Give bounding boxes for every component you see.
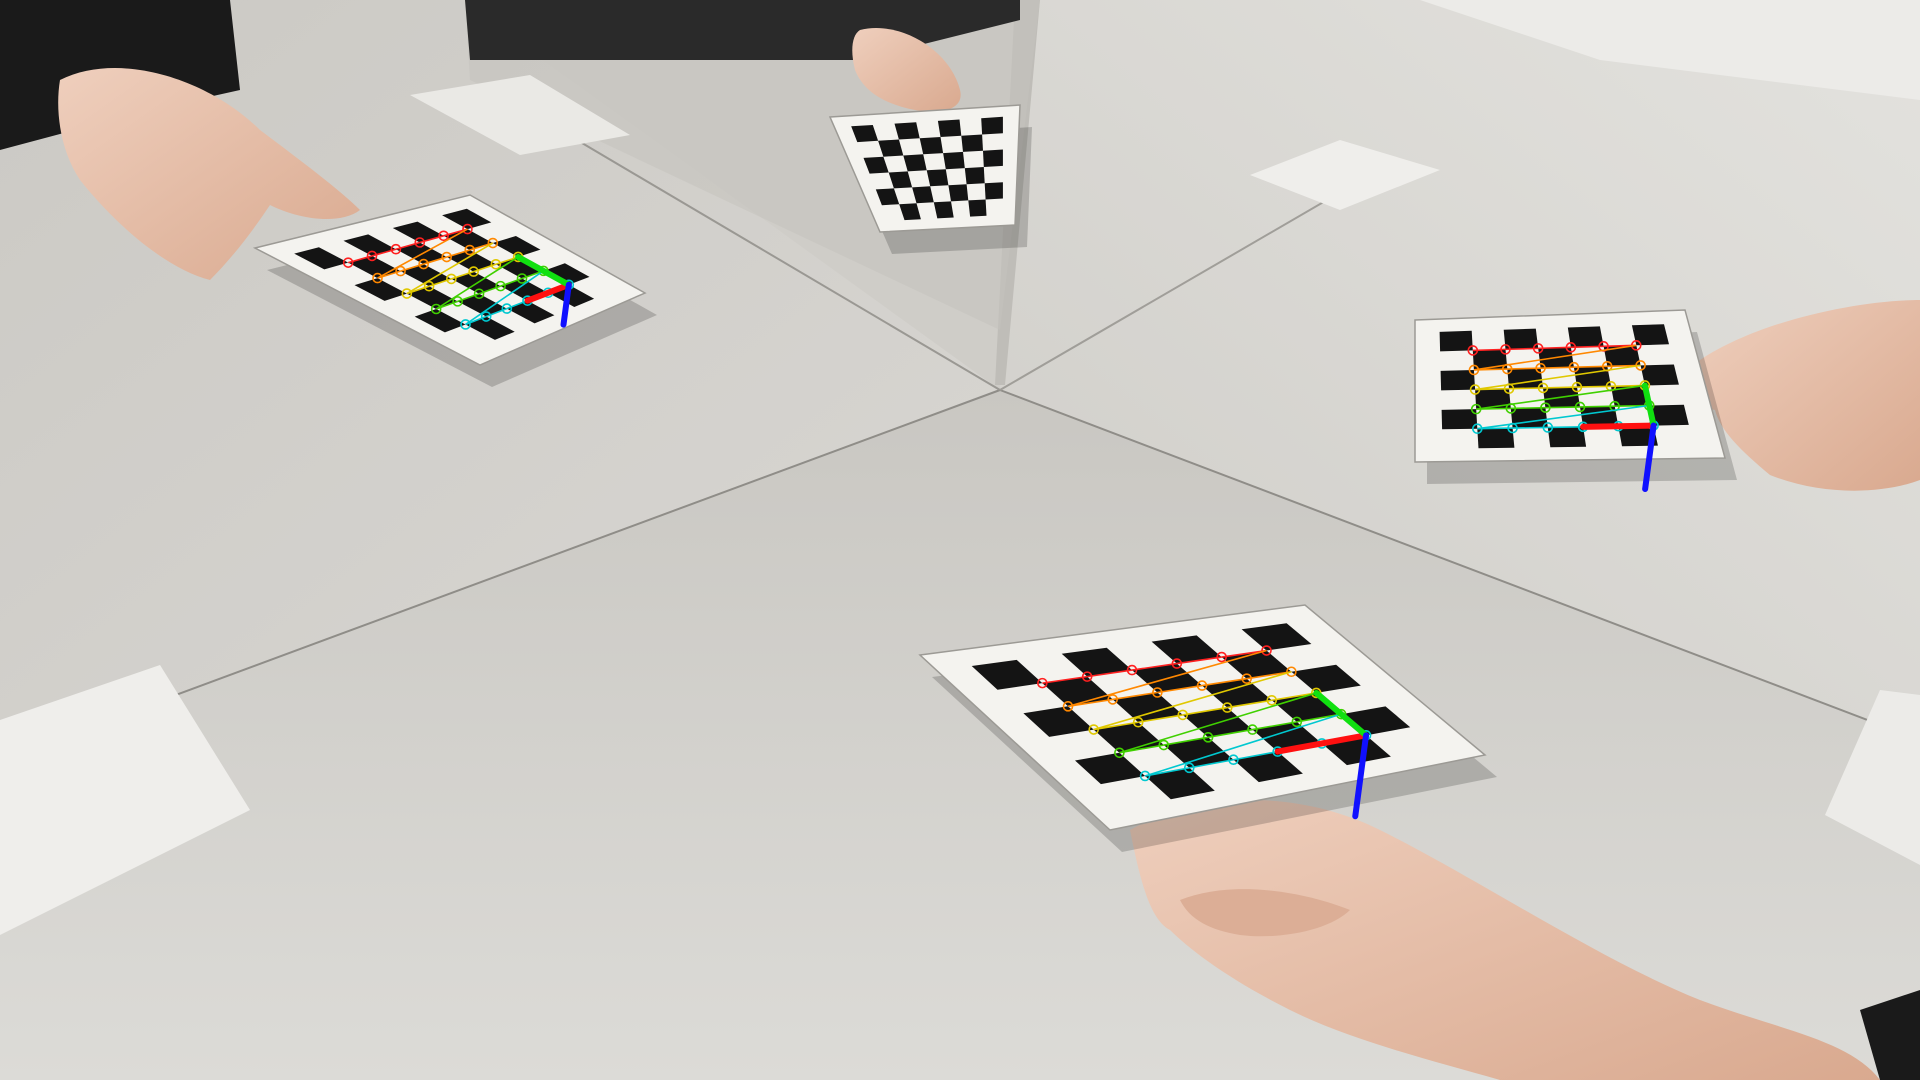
board-right-reflection xyxy=(1414,309,1737,493)
board-square xyxy=(948,184,969,202)
board-square xyxy=(981,116,1003,135)
board-square xyxy=(1439,330,1473,352)
board-square xyxy=(943,151,965,170)
board-square xyxy=(964,167,985,185)
board-square xyxy=(919,137,944,155)
board-square xyxy=(1631,324,1669,346)
board-square xyxy=(984,182,1003,200)
pose-axis-x xyxy=(1580,422,1657,430)
board-square xyxy=(1603,345,1641,367)
board-square xyxy=(983,149,1003,167)
board-square xyxy=(926,169,949,187)
board-square xyxy=(933,201,954,219)
board-square xyxy=(961,134,983,152)
board-square xyxy=(968,199,987,217)
board-square xyxy=(937,119,962,137)
board-square xyxy=(1640,364,1679,386)
board-square xyxy=(894,122,920,140)
calibration-scene xyxy=(0,0,1920,1080)
